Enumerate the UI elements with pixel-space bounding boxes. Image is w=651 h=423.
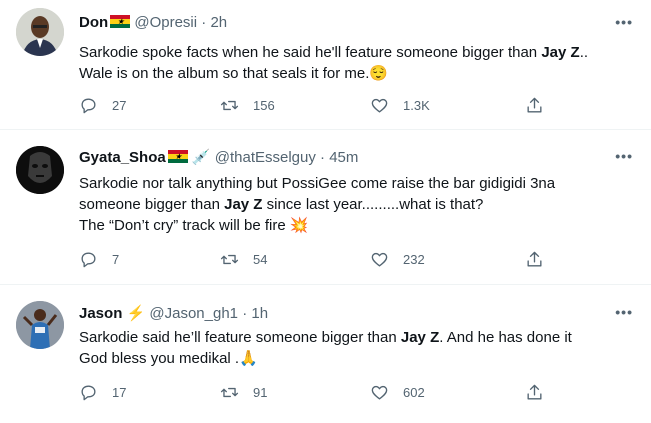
avatar-basketball-player-icon <box>16 301 64 349</box>
reply-icon <box>81 97 96 113</box>
text-segment: someone bigger than <box>79 196 225 213</box>
reply-count: 7 <box>112 251 120 267</box>
avatar[interactable] <box>16 146 64 194</box>
reply-button[interactable]: 7 <box>79 249 119 269</box>
more-icon[interactable]: ••• <box>615 14 633 30</box>
share-icon <box>527 384 542 400</box>
lightning-bolt-emoji-icon: ⚡ <box>126 305 146 322</box>
username[interactable]: @thatEsselguy <box>215 149 316 166</box>
reply-button[interactable]: 17 <box>79 382 126 402</box>
ghana-flag-icon: ★ <box>110 15 131 28</box>
like-icon <box>371 252 388 267</box>
collision-emoji-icon: 💥 <box>289 217 309 234</box>
timeline: Don ★ @Opresii · 2h ••• Sarkodie spoke fa… <box>0 0 651 423</box>
share-button[interactable] <box>525 95 544 115</box>
more-icon[interactable]: ••• <box>615 304 633 320</box>
avatar-man-suit-icon <box>16 8 64 56</box>
separator: · <box>201 14 207 31</box>
like-button[interactable]: 1.3K <box>370 95 430 115</box>
retweet-count: 156 <box>253 97 275 113</box>
text-segment: . And he has done it <box>439 329 572 346</box>
like-button[interactable]: 232 <box>370 249 425 269</box>
text-segment: since last year.........what is that? <box>262 196 484 213</box>
tweet[interactable]: Don ★ @Opresii · 2h ••• Sarkodie spoke fa… <box>0 0 651 130</box>
share-icon <box>527 251 542 267</box>
share-button[interactable] <box>525 249 544 269</box>
retweet-icon <box>220 100 239 110</box>
reply-count: 27 <box>112 97 127 113</box>
display-name[interactable]: Don <box>79 14 108 31</box>
separator: · <box>242 305 248 322</box>
retweet-button[interactable]: 54 <box>220 249 267 269</box>
bold-text: Jay Z <box>224 196 263 213</box>
syringe-emoji-icon: 💉 <box>191 149 211 166</box>
relieved-face-emoji-icon: 😌 <box>369 65 389 82</box>
share-icon <box>527 97 542 113</box>
separator: · <box>320 149 326 166</box>
retweet-button[interactable]: 91 <box>220 382 267 402</box>
display-name[interactable]: Jason <box>79 305 122 322</box>
reply-button[interactable]: 27 <box>79 95 126 115</box>
text-segment: The “Don’t cry” track will be fire <box>79 217 286 234</box>
bold-text: Jay Z <box>541 44 580 61</box>
bold-text: Jay Z <box>400 329 440 346</box>
tweet-header: Jason ⚡ @Jason_gh1 · 1h <box>79 304 268 322</box>
like-count: 602 <box>403 384 425 400</box>
tweet-text: Sarkodie spoke facts when he said he'll … <box>79 42 639 84</box>
like-count: 232 <box>403 251 425 267</box>
text-segment: Sarkodie said he’ll feature someone bigg… <box>79 329 401 346</box>
retweet-count: 91 <box>253 384 268 400</box>
avatar[interactable] <box>16 8 64 56</box>
reply-icon <box>81 384 96 400</box>
tweet-header: Don ★ @Opresii · 2h <box>79 14 227 31</box>
share-button[interactable] <box>525 382 544 402</box>
like-count: 1.3K <box>403 97 430 113</box>
folded-hands-emoji-icon: 🙏 <box>239 350 258 367</box>
retweet-icon <box>220 254 239 264</box>
retweet-icon <box>220 387 239 397</box>
tweet-text: Sarkodie nor talk anything but PossiGee … <box>79 173 639 236</box>
action-bar: 17 91 602 <box>79 382 549 402</box>
action-bar: 7 54 232 <box>79 249 549 269</box>
avatar-mask-icon <box>16 146 64 194</box>
text-segment: Sarkodie spoke facts when he said he'll … <box>79 44 542 61</box>
tweet-header: Gyata_Shoa ★ 💉 @thatEsselguy · 45m <box>79 148 358 166</box>
username[interactable]: @Jason_gh1 <box>149 305 238 322</box>
tweet-text: Sarkodie said he’ll feature someone bigg… <box>79 327 639 369</box>
text-segment: God bless you medikal . <box>79 350 240 367</box>
timestamp[interactable]: 2h <box>210 14 227 31</box>
ghana-flag-icon: ★ <box>167 150 188 163</box>
username[interactable]: @Opresii <box>134 14 197 31</box>
retweet-count: 54 <box>253 251 268 267</box>
timestamp[interactable]: 45m <box>329 149 358 166</box>
like-button[interactable]: 602 <box>370 382 425 402</box>
tweet[interactable]: Gyata_Shoa ★ 💉 @thatEsselguy · 45m ••• Sa… <box>0 130 651 285</box>
display-name[interactable]: Gyata_Shoa <box>79 149 166 166</box>
more-icon[interactable]: ••• <box>615 148 633 164</box>
action-bar: 27 156 1.3K <box>79 95 549 115</box>
like-icon <box>371 385 388 400</box>
reply-icon <box>81 251 96 267</box>
like-icon <box>371 98 388 113</box>
avatar[interactable] <box>16 301 64 349</box>
timestamp[interactable]: 1h <box>251 305 268 322</box>
text-segment: .. <box>579 44 589 61</box>
tweet[interactable]: Jason ⚡ @Jason_gh1 · 1h ••• Sarkodie sai… <box>0 285 651 423</box>
reply-count: 17 <box>112 384 127 400</box>
retweet-button[interactable]: 156 <box>220 95 275 115</box>
text-segment: Wale is on the album so that seals it fo… <box>79 65 370 82</box>
text-segment: Sarkodie nor talk anything but PossiGee … <box>79 175 556 192</box>
